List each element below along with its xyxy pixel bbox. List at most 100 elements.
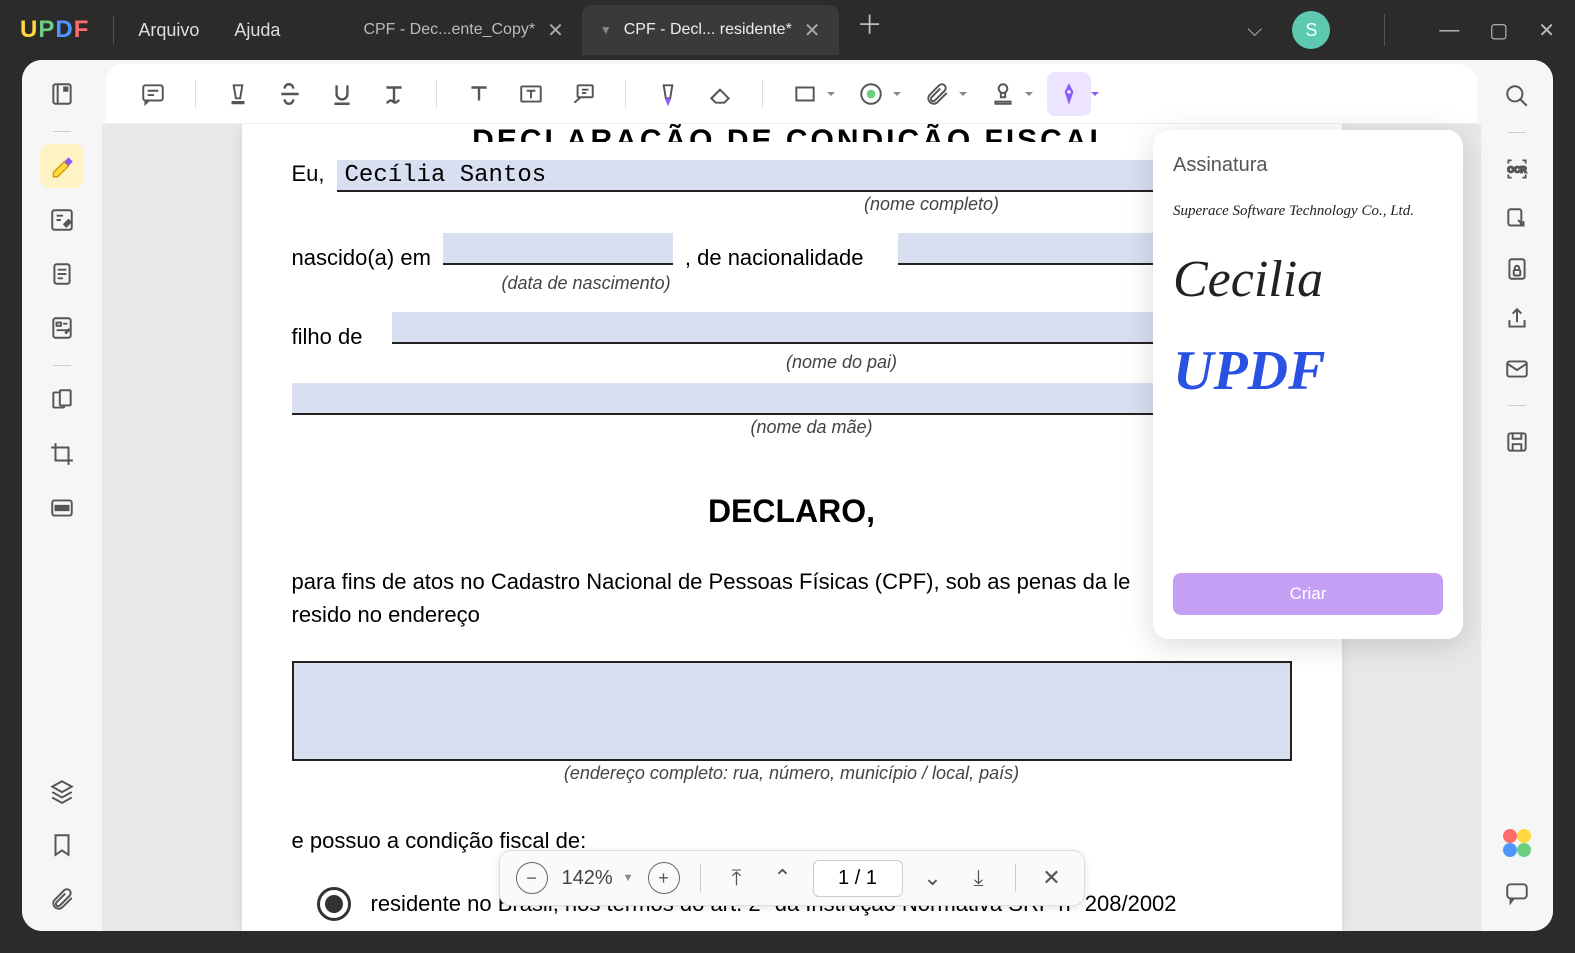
rectangle-icon [792, 81, 818, 107]
chevron-down-icon[interactable]: ⌵ [1247, 19, 1262, 42]
prev-page-button[interactable]: ⌃ [767, 862, 799, 894]
close-icon[interactable]: ✕ [804, 18, 821, 43]
field-mother[interactable] [292, 383, 1292, 415]
save-button[interactable] [1499, 424, 1535, 460]
first-page-button[interactable]: ⤒ [721, 862, 753, 894]
tab-inactive[interactable]: CPF - Dec...ente_Copy* ✕ [345, 5, 581, 55]
attachment-button[interactable] [915, 72, 959, 116]
close-icon[interactable]: ✕ [1538, 18, 1555, 43]
callout-icon [570, 81, 596, 107]
book-icon [49, 81, 75, 107]
last-page-button[interactable]: ⤓ [963, 862, 995, 894]
highlight-icon [225, 81, 251, 107]
label-nacionalidade: , de nacionalidade [685, 245, 864, 271]
tab-active[interactable]: ▼ CPF - Decl... residente* ✕ [582, 5, 839, 55]
create-signature-button[interactable]: Criar [1173, 573, 1443, 615]
divider [762, 80, 763, 108]
label-eu: Eu, [292, 161, 325, 187]
tool-attachment[interactable] [40, 877, 84, 921]
signature-1[interactable]: Superace Software Technology Co., Ltd. [1173, 203, 1443, 220]
hint-data: (data de nascimento) [502, 273, 671, 294]
save-icon [1504, 429, 1530, 455]
search-button[interactable] [1499, 78, 1535, 114]
close-icon[interactable]: ✕ [547, 18, 564, 43]
titlebar: UPDF Arquivo Ajuda CPF - Dec...ente_Copy… [0, 0, 1575, 60]
highlight-button[interactable] [216, 72, 260, 116]
main-container: DECLARAÇÃO DE CONDIÇÃO FISCAL Eu, Cecíli… [22, 60, 1553, 931]
callout-button[interactable] [561, 72, 605, 116]
share-button[interactable] [1499, 301, 1535, 337]
email-button[interactable] [1499, 351, 1535, 387]
maximize-icon[interactable]: ▢ [1489, 18, 1508, 43]
zoom-in-button[interactable]: + [648, 862, 680, 894]
signature-2[interactable]: Cecilia [1173, 250, 1443, 309]
divider [436, 80, 437, 108]
tool-bookmark[interactable] [40, 823, 84, 867]
text-icon [381, 81, 407, 107]
next-page-button[interactable]: ⌄ [917, 862, 949, 894]
form-row-birth: nascido(a) em , de nacionalidade [292, 233, 1292, 271]
tool-redact[interactable] [40, 486, 84, 530]
edit-text-icon [49, 207, 75, 233]
convert-button[interactable] [1499, 201, 1535, 237]
paperclip-icon [49, 886, 75, 912]
close-zoom-button[interactable]: ✕ [1036, 862, 1068, 894]
text-button[interactable] [457, 72, 501, 116]
ocr-button[interactable]: OCR [1499, 151, 1535, 187]
pencil-button[interactable] [646, 72, 690, 116]
lock-page-icon [1504, 256, 1530, 282]
hint-mae: (nome da mãe) [332, 417, 1292, 438]
minimize-icon[interactable]: — [1439, 19, 1459, 42]
menu-file[interactable]: Arquivo [138, 20, 199, 41]
share-icon [1504, 306, 1530, 332]
underline-button[interactable] [320, 72, 364, 116]
textbox-button[interactable] [509, 72, 553, 116]
stamp-icon [990, 81, 1016, 107]
tool-reader[interactable] [40, 72, 84, 116]
chat-icon [1504, 880, 1530, 906]
page-indicator[interactable]: 1 / 1 [813, 860, 903, 897]
shape-button[interactable] [783, 72, 827, 116]
doc-title: DECLARAÇÃO DE CONDIÇÃO FISCAL [292, 124, 1292, 142]
eraser-button[interactable] [698, 72, 742, 116]
tool-layers[interactable] [40, 769, 84, 813]
feedback-button[interactable] [1499, 875, 1535, 911]
zoom-level[interactable]: 142% ▼ [561, 867, 633, 890]
radio-checked-icon[interactable] [317, 887, 351, 921]
new-tab-button[interactable]: ＋ [857, 5, 883, 55]
squiggly-button[interactable] [372, 72, 416, 116]
protect-button[interactable] [1499, 251, 1535, 287]
divider [53, 131, 71, 132]
sticker-button[interactable] [849, 72, 893, 116]
signature-button[interactable] [1047, 72, 1091, 116]
field-dob[interactable] [443, 233, 673, 265]
tool-comment[interactable] [40, 144, 84, 188]
label-filho: filho de [292, 324, 363, 350]
menu-help[interactable]: Ajuda [234, 20, 280, 41]
chevron-down-icon[interactable]: ▼ [600, 23, 612, 37]
body-text: para fins de atos no Cadastro Nacional d… [292, 565, 1292, 631]
zoom-out-button[interactable]: − [515, 862, 547, 894]
signature-panel-title: Assinatura [1173, 154, 1443, 177]
bookmark-icon [49, 832, 75, 858]
strikethrough-button[interactable] [268, 72, 312, 116]
tool-form[interactable] [40, 306, 84, 350]
field-name[interactable]: Cecília Santos [337, 160, 1292, 192]
tool-organize[interactable] [40, 378, 84, 422]
user-avatar[interactable]: S [1292, 11, 1330, 49]
divider [625, 80, 626, 108]
typewriter-icon [466, 81, 492, 107]
note-button[interactable] [131, 72, 175, 116]
circle-icon [858, 81, 884, 107]
field-address[interactable] [292, 661, 1292, 761]
tool-edit[interactable] [40, 198, 84, 242]
signature-3[interactable]: UPDF [1173, 339, 1443, 403]
stamp-button[interactable] [981, 72, 1025, 116]
layers-icon [49, 778, 75, 804]
convert-icon [1504, 206, 1530, 232]
signature-panel: Assinatura Superace Software Technology … [1153, 130, 1463, 639]
form-icon [49, 315, 75, 341]
updf-logo-button[interactable] [1499, 825, 1535, 861]
tool-crop[interactable] [40, 432, 84, 476]
tool-page[interactable] [40, 252, 84, 296]
